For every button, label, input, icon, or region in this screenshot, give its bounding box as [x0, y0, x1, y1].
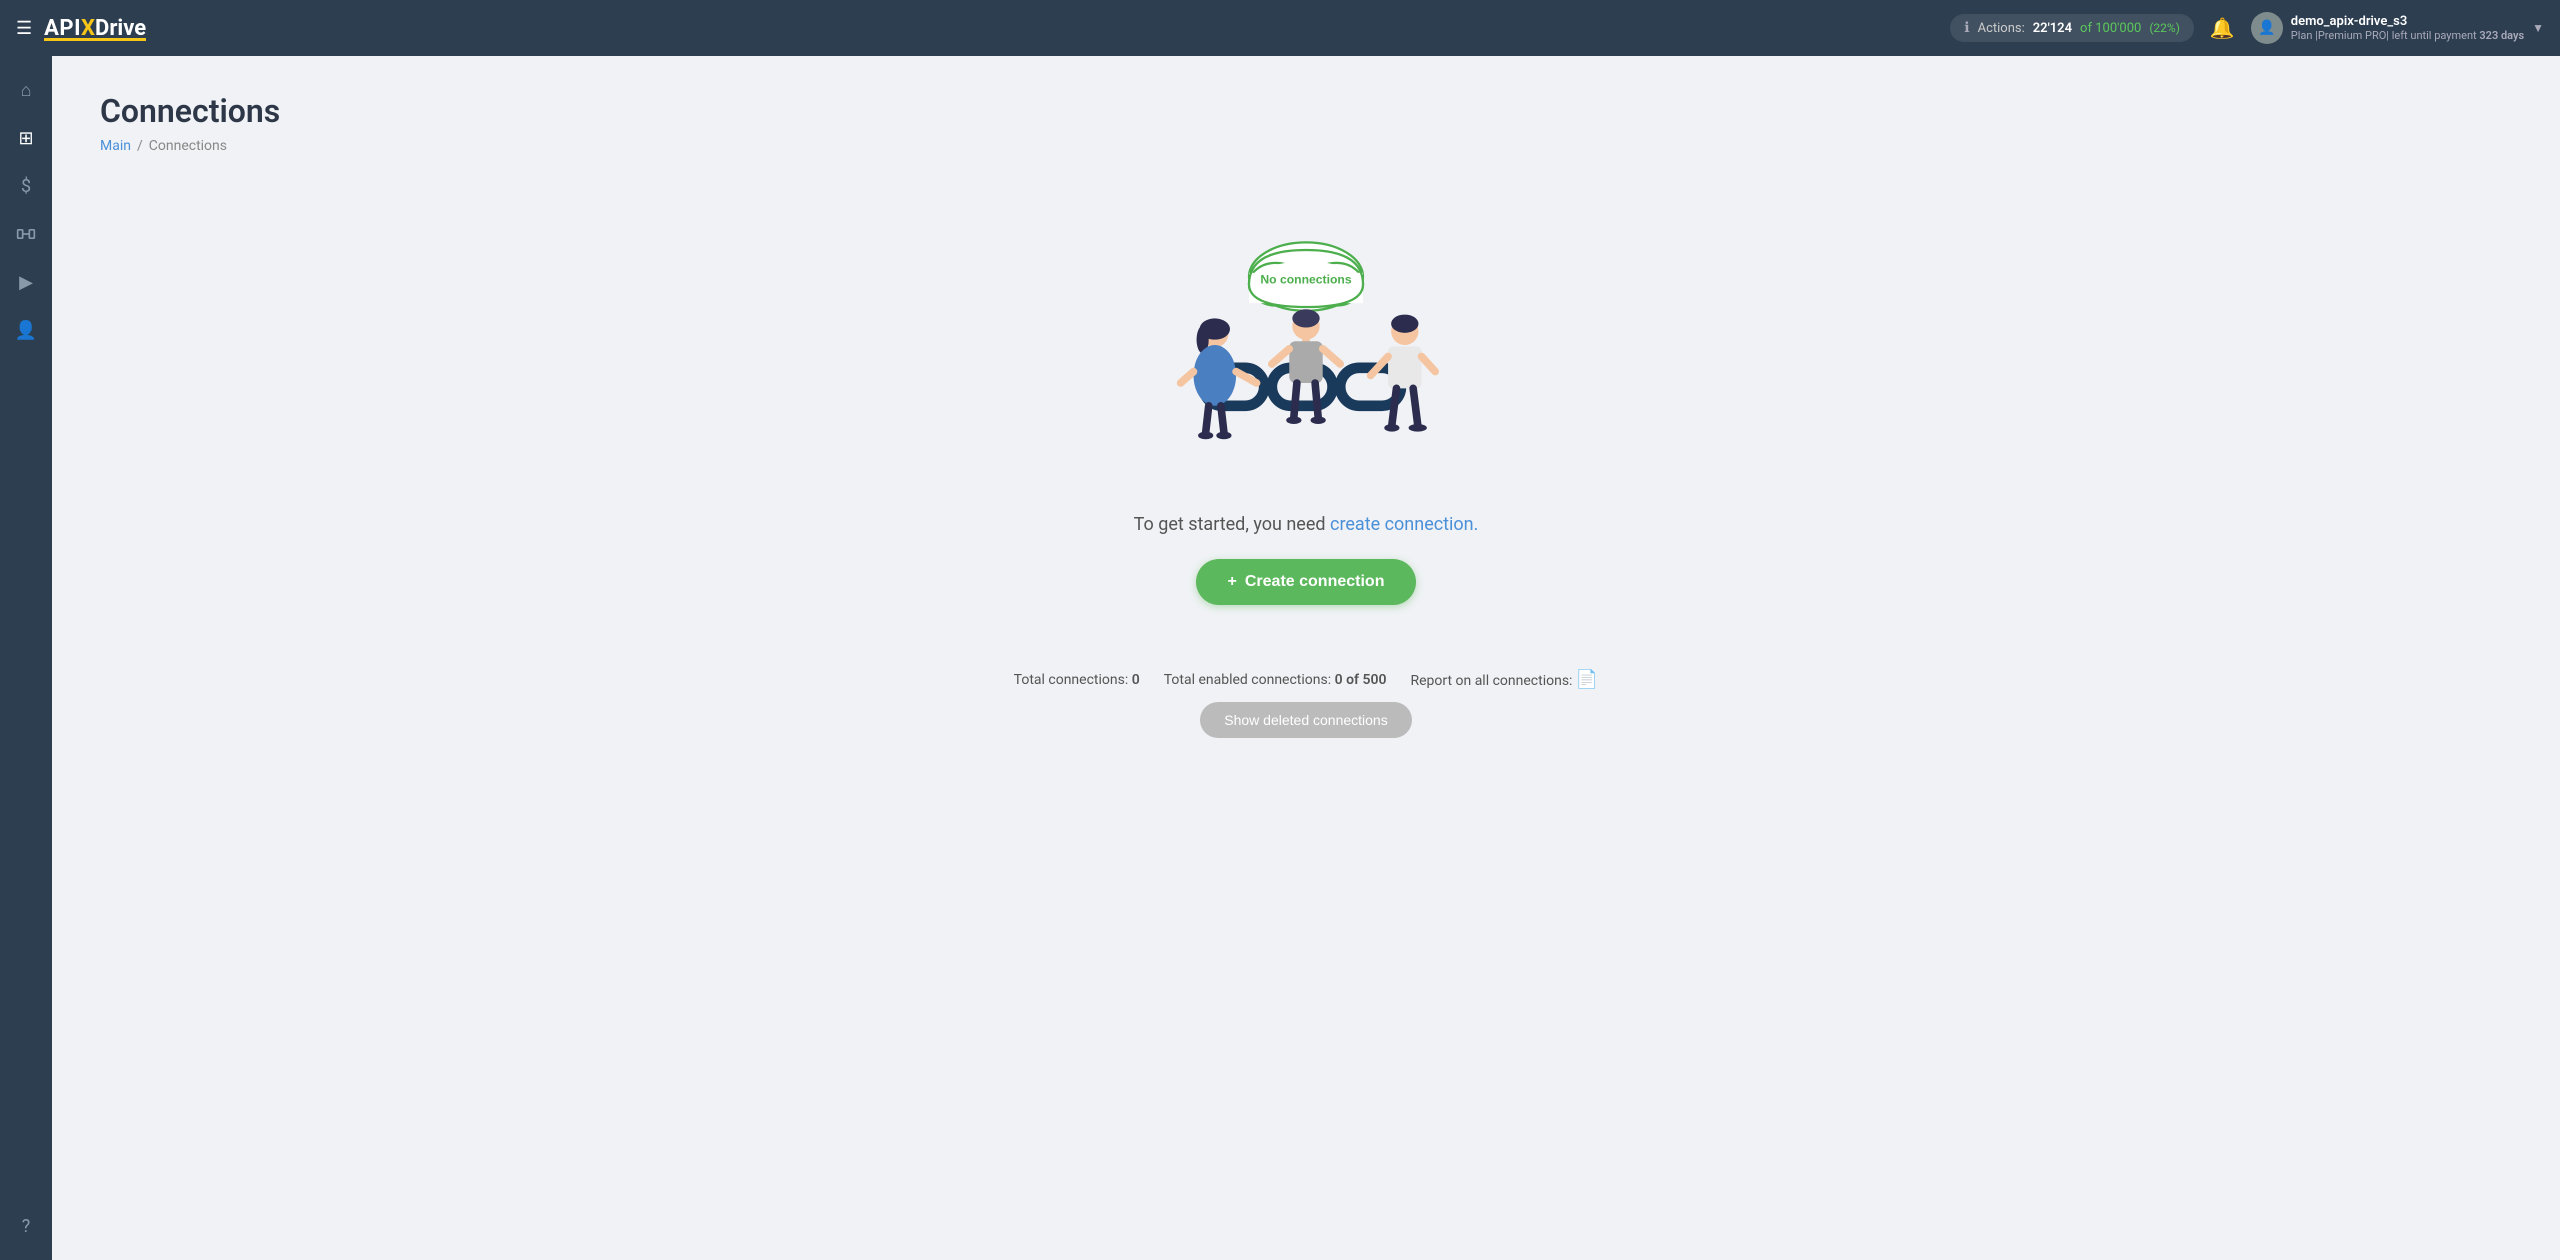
sidebar-item-integrations[interactable]: [4, 212, 48, 256]
total-connections-value: 0: [1132, 672, 1140, 688]
actions-pct: (22%): [2149, 21, 2180, 35]
cta-prefix: To get started, you need: [1134, 514, 1330, 535]
enabled-connections-value: 0 of 500: [1335, 672, 1387, 688]
user-name: demo_apix-drive_s3: [2291, 14, 2524, 29]
plus-icon: +: [1228, 573, 1237, 591]
navbar-actions: ℹ Actions: 22'124 of 100'000 (22%) 🔔 👤 d…: [1950, 12, 2544, 44]
report-icon[interactable]: 📄: [1576, 669, 1598, 690]
actions-used: 22'124: [2033, 21, 2072, 36]
logo-underline: [44, 38, 146, 41]
sidebar-item-video[interactable]: ▶: [4, 260, 48, 304]
breadcrumb: Main / Connections: [100, 138, 2512, 154]
actions-badge[interactable]: ℹ Actions: 22'124 of 100'000 (22%): [1950, 14, 2194, 42]
enabled-connections-label: Total enabled connections: 0 of 500: [1164, 672, 1387, 688]
main-content: Connections Main / Connections: [52, 56, 2560, 1260]
cta-text: To get started, you need create connecti…: [1134, 514, 1479, 535]
user-info: demo_apix-drive_s3 Plan |Premium PRO| le…: [2291, 14, 2524, 42]
sidebar-item-profile[interactable]: 👤: [4, 308, 48, 352]
create-button-label: Create connection: [1245, 573, 1385, 591]
layout: ⌂ ⊞ $ ▶ 👤 ? Connections Main / Connectio…: [0, 56, 2560, 1260]
info-icon: ℹ: [1964, 20, 1969, 36]
create-connection-button[interactable]: + Create connection: [1196, 559, 1417, 605]
navbar: ☰ APIXDrive ℹ Actions: 22'124 of 100'000…: [0, 0, 2560, 56]
breadcrumb-current: Connections: [149, 138, 227, 154]
illustration: No connections: [1116, 214, 1496, 514]
page-title: Connections: [100, 92, 2512, 130]
sidebar-item-billing[interactable]: $: [4, 164, 48, 208]
show-deleted-button[interactable]: Show deleted connections: [1200, 702, 1411, 738]
actions-label: Actions:: [1978, 21, 2025, 36]
user-plan: Plan |Premium PRO| left until payment 32…: [2291, 29, 2524, 42]
sidebar-item-help[interactable]: ?: [4, 1204, 48, 1248]
menu-icon[interactable]: ☰: [16, 18, 32, 39]
logo: APIXDrive: [44, 16, 146, 41]
total-connections-label: Total connections: 0: [1014, 672, 1140, 688]
stats-row: Total connections: 0 Total enabled conne…: [1014, 669, 1599, 690]
sidebar-item-home[interactable]: ⌂: [4, 68, 48, 112]
show-deleted-label: Show deleted connections: [1224, 712, 1387, 728]
sidebar-item-connections[interactable]: ⊞: [4, 116, 48, 160]
chevron-down-icon[interactable]: ▼: [2532, 21, 2544, 35]
cta-link[interactable]: create connection.: [1330, 514, 1478, 535]
report-label: Report on all connections: 📄: [1410, 669, 1598, 690]
empty-state: No connections: [100, 194, 2512, 778]
avatar: 👤: [2251, 12, 2283, 44]
svg-text:No connections: No connections: [1260, 272, 1351, 286]
bell-icon[interactable]: 🔔: [2210, 16, 2235, 40]
actions-of: of 100'000: [2080, 21, 2141, 36]
sidebar: ⌂ ⊞ $ ▶ 👤 ?: [0, 56, 52, 1260]
breadcrumb-separator: /: [137, 138, 143, 154]
breadcrumb-main-link[interactable]: Main: [100, 138, 131, 154]
user-section[interactable]: 👤 demo_apix-drive_s3 Plan |Premium PRO| …: [2251, 12, 2544, 44]
